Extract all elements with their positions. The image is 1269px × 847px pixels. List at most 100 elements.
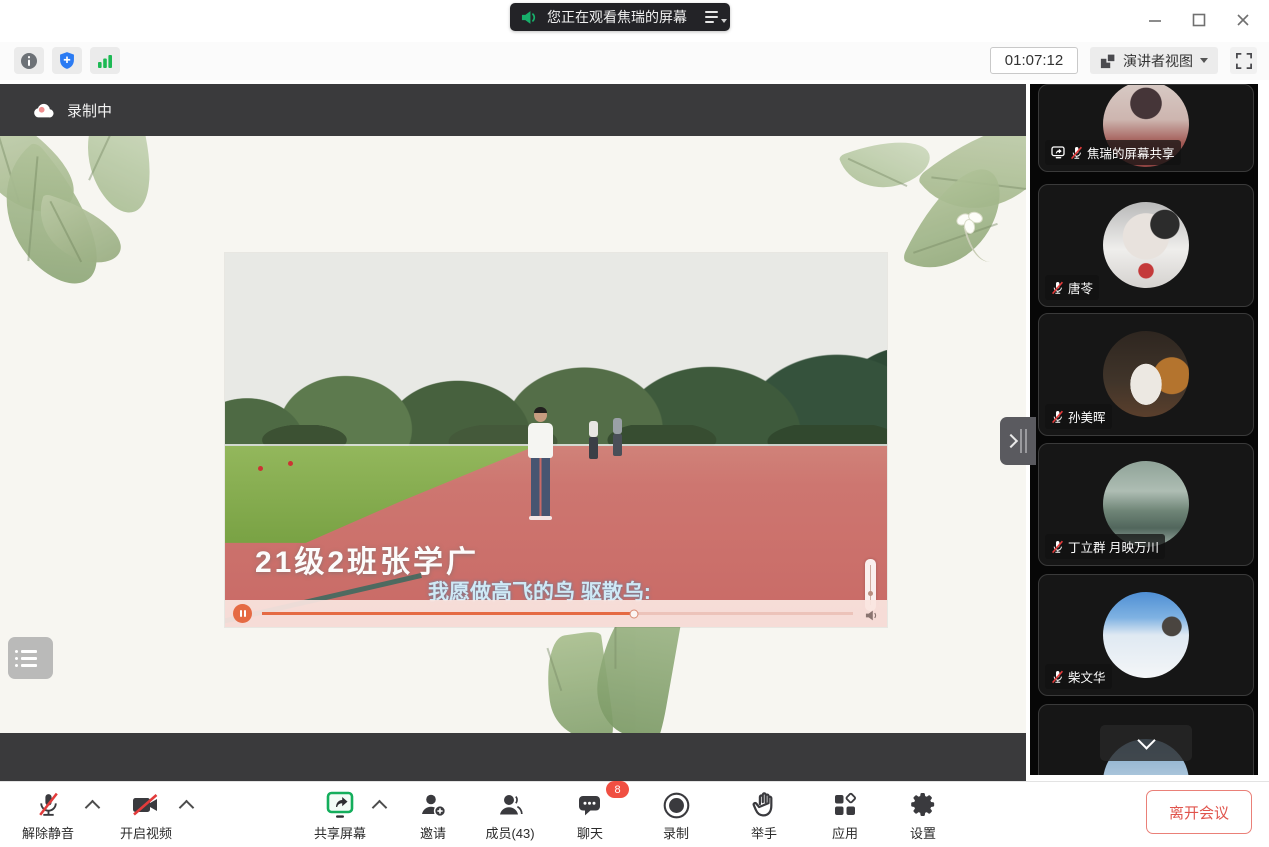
raise-hand-button[interactable]: 举手: [736, 790, 792, 842]
leave-meeting-button[interactable]: 离开会议: [1146, 790, 1252, 834]
view-mode-button[interactable]: 演讲者视图: [1090, 47, 1218, 74]
chevron-right-icon: [1004, 434, 1018, 448]
cloud-recording-icon: [32, 102, 56, 119]
participant-name: 柴文华: [1068, 667, 1106, 686]
window-controls: [1141, 6, 1257, 34]
screen-watch-banner: 您正在观看焦瑞的屏幕: [510, 3, 730, 31]
shared-screen-stage: 录制中: [0, 80, 1026, 781]
share-screen-icon: [325, 790, 355, 820]
progress-bar[interactable]: [262, 612, 853, 615]
titlebar: 您正在观看焦瑞的屏幕: [0, 0, 1269, 42]
start-video-button[interactable]: 开启视频: [108, 790, 184, 842]
main-area: 录制中: [0, 80, 1269, 781]
mic-muted-icon: [1051, 410, 1064, 424]
apps-button[interactable]: 应用: [817, 790, 873, 842]
network-quality-button[interactable]: [90, 47, 120, 74]
flower-decoration: [946, 212, 992, 272]
mic-muted-icon: [1051, 281, 1064, 295]
participant-tile[interactable]: 柴文华: [1038, 574, 1254, 696]
participant-name: 丁立群 月映万川: [1068, 537, 1159, 556]
sidebar-collapse-handle[interactable]: [1000, 417, 1036, 465]
apps-icon: [832, 792, 858, 818]
pause-button[interactable]: [233, 604, 252, 623]
recording-strip: 录制中: [0, 84, 1026, 136]
record-icon: [662, 791, 691, 820]
caret-down-icon: [1200, 58, 1208, 63]
participant-name-badge: 唐苓: [1045, 275, 1099, 300]
video-person: [524, 408, 558, 520]
gear-icon: [910, 792, 936, 818]
leaf-decoration: [838, 136, 935, 201]
more-participants-button[interactable]: [1100, 725, 1192, 761]
shield-plus-icon: [58, 51, 76, 70]
chat-button[interactable]: 8 聊天: [562, 790, 618, 842]
invite-icon: [420, 792, 447, 819]
meeting-timer: 01:07:12: [990, 47, 1078, 74]
video-walker: [589, 421, 598, 459]
speaker-icon: [520, 9, 539, 26]
avatar: [1103, 592, 1189, 678]
caret-down-icon: [721, 19, 727, 23]
share-screen-button[interactable]: 共享屏幕: [300, 790, 380, 842]
panel-toggle-button[interactable]: [8, 637, 53, 679]
mic-muted-icon: [1051, 670, 1064, 684]
chat-icon: [577, 793, 603, 818]
banner-menu-button[interactable]: [703, 7, 720, 27]
close-button[interactable]: [1229, 6, 1257, 34]
members-button[interactable]: 成员(43): [472, 790, 548, 842]
progress-played: [262, 612, 634, 615]
chat-unread-badge: 8: [606, 781, 629, 798]
layout-icon: [1100, 53, 1116, 69]
view-mode-label: 演讲者视图: [1123, 51, 1193, 71]
drag-bars-icon: [1020, 429, 1027, 453]
participant-tile[interactable]: 焦瑞的屏幕共享: [1038, 84, 1254, 172]
mic-muted-icon: [36, 792, 61, 819]
participant-name-badge: 柴文华: [1045, 664, 1112, 689]
camera-muted-icon: [131, 793, 161, 817]
meeting-window: 您正在观看焦瑞的屏幕: [0, 0, 1269, 847]
participant-tile[interactable]: 孙美晖: [1038, 313, 1254, 436]
progress-knob[interactable]: [630, 609, 639, 618]
unmute-button[interactable]: 解除静音: [10, 790, 86, 842]
fullscreen-icon: [1236, 53, 1252, 69]
mic-muted-icon: [1070, 146, 1083, 160]
screen-share-icon: [1051, 146, 1066, 159]
participant-tile[interactable]: 丁立群 月映万川: [1038, 443, 1254, 566]
shared-screen-content: 21级2班张学广 我愿做高飞的鸟 驱散乌:: [0, 136, 1026, 733]
mic-muted-icon: [1051, 540, 1064, 554]
settings-button[interactable]: 设置: [895, 790, 951, 842]
info-icon: [20, 52, 38, 70]
list-icon: [15, 650, 53, 653]
participant-name-badge: 孙美晖: [1045, 404, 1112, 429]
flag-dot: [288, 461, 293, 466]
participant-name: 焦瑞的屏幕共享: [1087, 143, 1175, 162]
recording-label: 录制中: [67, 100, 112, 121]
maximize-button[interactable]: [1185, 6, 1213, 34]
fullscreen-button[interactable]: [1230, 47, 1257, 74]
security-button[interactable]: [52, 47, 82, 74]
video-walker: [613, 418, 622, 456]
stage-bottom-strip: [0, 733, 1026, 781]
minimize-button[interactable]: [1141, 6, 1169, 34]
signal-bars-icon: [96, 53, 114, 69]
participant-name: 孙美晖: [1068, 407, 1106, 426]
record-button[interactable]: 录制: [648, 790, 704, 842]
audio-options-caret[interactable]: [85, 800, 101, 816]
members-icon: [497, 792, 524, 819]
participant-name-badge: 焦瑞的屏幕共享: [1045, 140, 1181, 165]
meeting-info-button[interactable]: [14, 47, 44, 74]
invite-button[interactable]: 邀请: [405, 790, 461, 842]
leaf-decoration: [68, 136, 171, 221]
avatar: [1103, 331, 1189, 417]
chevron-down-icon: [1137, 731, 1155, 749]
raise-hand-icon: [752, 791, 777, 819]
avatar: [1103, 202, 1189, 288]
speaker-icon[interactable]: [864, 609, 879, 622]
video-control-bar: [225, 600, 887, 627]
participant-name-badge: 丁立群 月映万川: [1045, 534, 1165, 559]
banner-text: 您正在观看焦瑞的屏幕: [547, 7, 687, 27]
participant-tile[interactable]: [1038, 704, 1254, 775]
participant-tile[interactable]: 唐苓: [1038, 184, 1254, 307]
meeting-toolbar: 01:07:12 演讲者视图: [0, 42, 1269, 81]
participant-name: 唐苓: [1068, 278, 1093, 297]
